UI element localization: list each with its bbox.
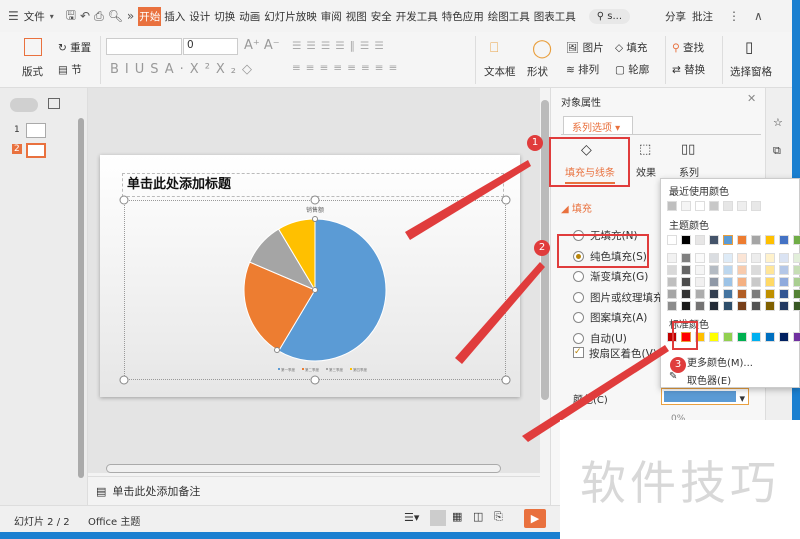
annotation-arrow [455,262,545,364]
step-badge-1: 1 [527,135,543,151]
annotation-arrow [405,160,531,240]
step-badge-2: 2 [534,240,550,256]
highlight-fill-line [549,137,630,187]
highlight-red-swatch [672,321,698,350]
step-badge-3: 3 [670,357,686,373]
highlight-solid-fill [557,234,649,268]
watermark: 软件技巧 [560,420,800,539]
